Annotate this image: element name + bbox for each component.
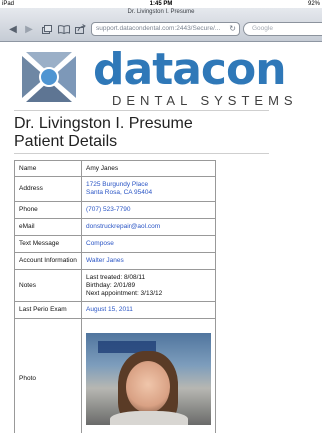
phone-link[interactable]: (707) 523-7790 [81,201,216,219]
reload-icon[interactable]: ↻ [229,23,236,35]
text-message-label: Text Message [14,235,82,253]
notes-birthday: Birthday: 2/01/89 [86,281,136,289]
address-line2: Santa Rosa, CA 95404 [86,189,153,196]
phone-label: Phone [14,201,82,219]
email-link[interactable]: donstruckrepair@aol.com [81,218,216,236]
account-link[interactable]: Walter Janes [81,252,216,270]
photo-cell [81,318,216,433]
status-time: 1:45 PM [149,1,173,7]
name-value: Amy Janes [81,160,216,177]
notes-label: Notes [14,269,82,302]
table-row: Name Amy Janes [14,160,216,177]
table-row: eMail donstruckrepair@aol.com [14,218,216,236]
photo-shirt [110,410,188,425]
url-text: support.datacondental.com:2443/Secure/..… [96,25,221,32]
notes-value: Last treated: 8/08/11 Birthday: 2/01/89 … [81,269,216,302]
compose-link[interactable]: Compose [81,235,216,253]
patient-photo [86,332,211,425]
logo-wordmark: datacon [93,44,287,95]
browser-toolbar: Dr. Livingston I. Presume ◀ ▶ support.da… [0,8,322,42]
page-subtitle: Patient Details [14,133,118,150]
divider [14,153,269,154]
datacon-logo-mark-icon [22,52,76,102]
perio-label: Last Perio Exam [14,301,82,319]
battery-level: 92% [307,1,320,7]
notes-next-appointment: Next appointment: 3/13/12 [86,289,163,297]
patient-details-table: Name Amy Janes Address 1725 Burgundy Pla… [14,160,216,433]
browser-page-title: Dr. Livingston I. Presume [127,9,195,15]
forward-icon[interactable]: ▶ [22,23,36,35]
table-row: Notes Last treated: 8/08/11 Birthday: 2/… [14,269,216,302]
page-title: Dr. Livingston I. Presume Patient Detail… [14,115,193,151]
email-label: eMail [14,218,82,236]
address-link[interactable]: 1725 Burgundy Place Santa Rosa, CA 95404 [81,176,216,202]
divider [14,110,269,111]
address-label: Address [14,176,82,202]
share-icon[interactable] [73,23,87,35]
address-line1: 1725 Burgundy Place [86,181,149,188]
notes-last-treated: Last treated: 8/08/11 [86,273,146,281]
status-bar: iPad 1:45 PM 92% [0,0,322,8]
bookmarks-icon[interactable] [57,23,71,35]
photo-face [126,360,170,413]
url-bar[interactable]: support.datacondental.com:2443/Secure/..… [91,22,240,36]
search-input[interactable]: Google [243,22,322,36]
datacon-logo: datacon DENTAL SYSTEMS [0,42,322,112]
perio-link[interactable]: August 15, 2011 [81,301,216,319]
doctor-name: Dr. Livingston I. Presume [14,115,193,132]
logo-tagline: DENTAL SYSTEMS [112,93,298,108]
table-row: Text Message Compose [14,235,216,253]
table-row: Account Information Walter Janes [14,252,216,270]
table-row: Address 1725 Burgundy Place Santa Rosa, … [14,176,216,202]
photo-label: Photo [14,318,82,433]
table-row: Phone (707) 523-7790 [14,201,216,219]
name-label: Name [14,160,82,177]
table-row: Last Perio Exam August 15, 2011 [14,301,216,319]
table-row: Photo [14,318,216,433]
tabs-icon[interactable] [40,23,54,35]
back-icon[interactable]: ◀ [6,23,20,35]
account-label: Account Information [14,252,82,270]
